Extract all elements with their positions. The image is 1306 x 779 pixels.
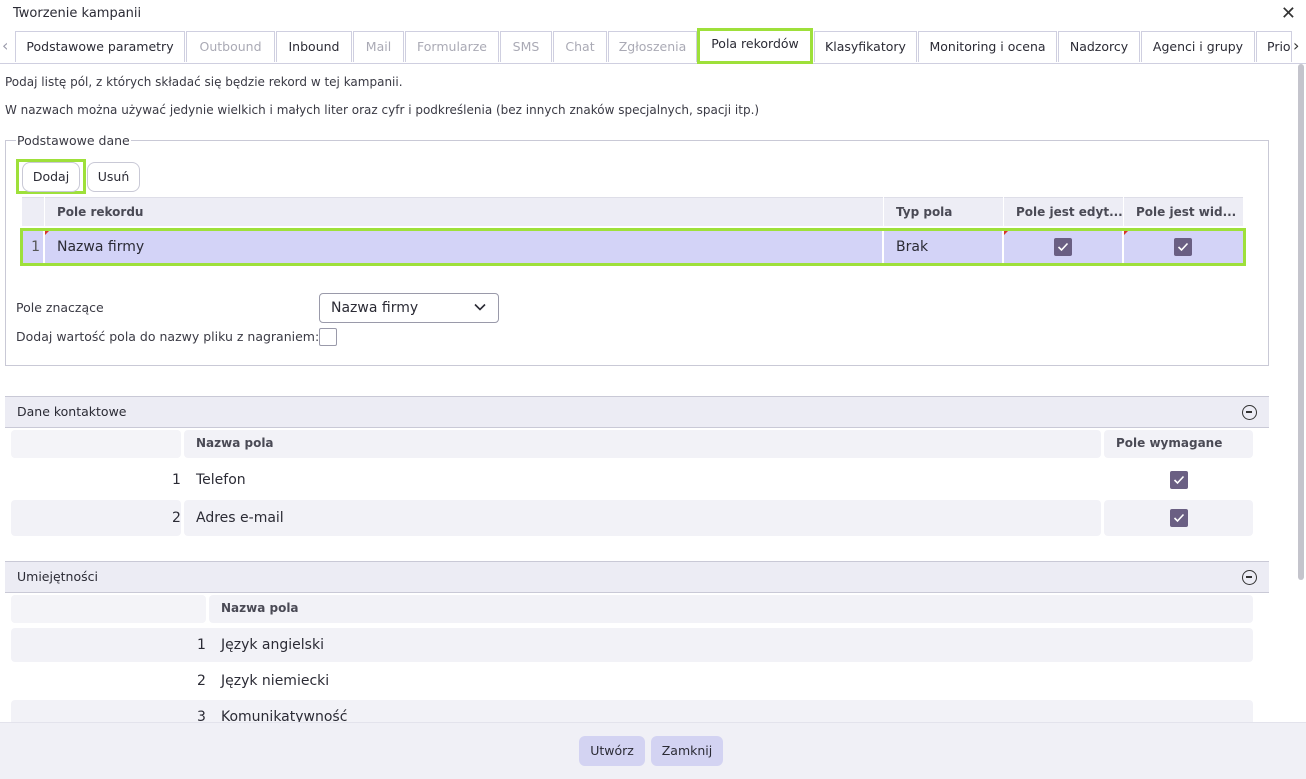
grid-header-index (22, 197, 44, 226)
checkmark-icon (1173, 475, 1185, 485)
tab-formularze[interactable]: Formularze (405, 31, 499, 62)
tab-chat[interactable]: Chat (553, 31, 607, 62)
close-button[interactable]: Zamknij (651, 736, 723, 766)
skills-header-name: Nazwa pola (209, 595, 1253, 623)
significant-field-select[interactable]: Nazwa firmy (319, 293, 499, 323)
window-title: Tworzenie kampanii (13, 6, 142, 21)
contact-row-name: Adres e-mail (196, 510, 284, 526)
grid-header-typ-pola[interactable]: Typ pola (884, 197, 1003, 226)
tab-klasyfikatory[interactable]: Klasyfikatory (814, 31, 917, 62)
tab-prio[interactable]: Prio (1256, 31, 1292, 62)
checkbox-required[interactable] (1170, 509, 1188, 527)
skills-col-name: Nazwa pola (221, 601, 299, 615)
collapse-icon[interactable] (1242, 570, 1257, 585)
checkbox-required[interactable] (1170, 471, 1188, 489)
close-icon[interactable]: ✕ (1281, 3, 1296, 24)
collapse-icon[interactable] (1242, 405, 1257, 420)
create-button[interactable]: Utwórz (579, 736, 645, 766)
contact-header-required: Pole wymagane (1104, 430, 1253, 458)
row-highlight (20, 228, 1246, 266)
dialog-footer: Utwórz Zamknij (0, 722, 1306, 779)
window-titlebar: Tworzenie kampanii ✕ (0, 0, 1306, 28)
skills-section-title: Umiejętności (17, 569, 98, 584)
tab-pola-rekordow[interactable]: Pola rekordów (697, 28, 813, 64)
contact-header-name: Nazwa pola (184, 430, 1101, 458)
skills-section-header[interactable]: Umiejętności (5, 561, 1269, 593)
tab-scroll-right-icon[interactable]: › (1293, 36, 1299, 55)
vertical-scrollbar[interactable] (1298, 64, 1304, 580)
intro-text-1: Podaj listę pól, z których składać się b… (5, 75, 403, 89)
chevron-down-icon (474, 303, 486, 311)
tab-scroll-left-icon[interactable]: ‹ (2, 36, 8, 55)
tab-bar: ‹ Podstawowe parametry Outbound Inbound … (0, 28, 1306, 64)
significant-field-label: Pole znaczące (16, 300, 104, 315)
remove-button[interactable]: Usuń (87, 162, 140, 192)
grid-header-editable[interactable]: Pole jest edyt... (1004, 197, 1123, 226)
intro-text-2: W nazwach można używać jedynie wielkich … (5, 103, 760, 117)
checkmark-icon (1173, 513, 1185, 523)
tab-nadzorcy[interactable]: Nadzorcy (1058, 31, 1140, 62)
tab-sms[interactable]: SMS (500, 31, 552, 62)
tab-zgloszenia[interactable]: Zgłoszenia (608, 31, 697, 62)
contact-section-title: Dane kontaktowe (17, 404, 127, 419)
append-value-label: Dodaj wartość pola do nazwy pliku z nagr… (16, 329, 320, 344)
append-value-checkbox[interactable] (319, 328, 337, 346)
significant-field-value: Nazwa firmy (331, 300, 419, 316)
contact-header-index (11, 430, 181, 458)
contact-row-2-name-bg (184, 500, 1101, 536)
contact-section-header[interactable]: Dane kontaktowe (5, 396, 1269, 428)
contact-row-index: 1 (172, 472, 181, 488)
tab-monitoring-i-ocena[interactable]: Monitoring i ocena (918, 31, 1057, 62)
tab-agenci-i-grupy[interactable]: Agenci i grupy (1141, 31, 1255, 62)
contact-col-name: Nazwa pola (196, 436, 274, 450)
skills-row-name: Język niemiecki (221, 673, 330, 689)
basic-data-legend: Podstawowe dane (16, 133, 131, 148)
contact-row-index: 2 (172, 510, 181, 526)
skills-header-index (11, 595, 206, 623)
skills-row-index: 1 (197, 637, 206, 653)
contact-row-name: Telefon (196, 472, 246, 488)
tab-podstawowe-parametry[interactable]: Podstawowe parametry (15, 31, 185, 62)
add-button[interactable]: Dodaj (22, 162, 80, 192)
tab-inbound[interactable]: Inbound (276, 31, 352, 62)
contact-row-2-index-bg (11, 500, 181, 536)
contact-col-required: Pole wymagane (1116, 436, 1223, 450)
skills-row-index: 2 (197, 673, 206, 689)
grid-header-visible[interactable]: Pole jest wid... (1124, 197, 1243, 226)
tab-outbound[interactable]: Outbound (186, 31, 275, 62)
tab-mail[interactable]: Mail (353, 31, 404, 62)
grid-header-pole-rekordu[interactable]: Pole rekordu (45, 197, 883, 226)
skills-row-name: Język angielski (221, 637, 324, 653)
